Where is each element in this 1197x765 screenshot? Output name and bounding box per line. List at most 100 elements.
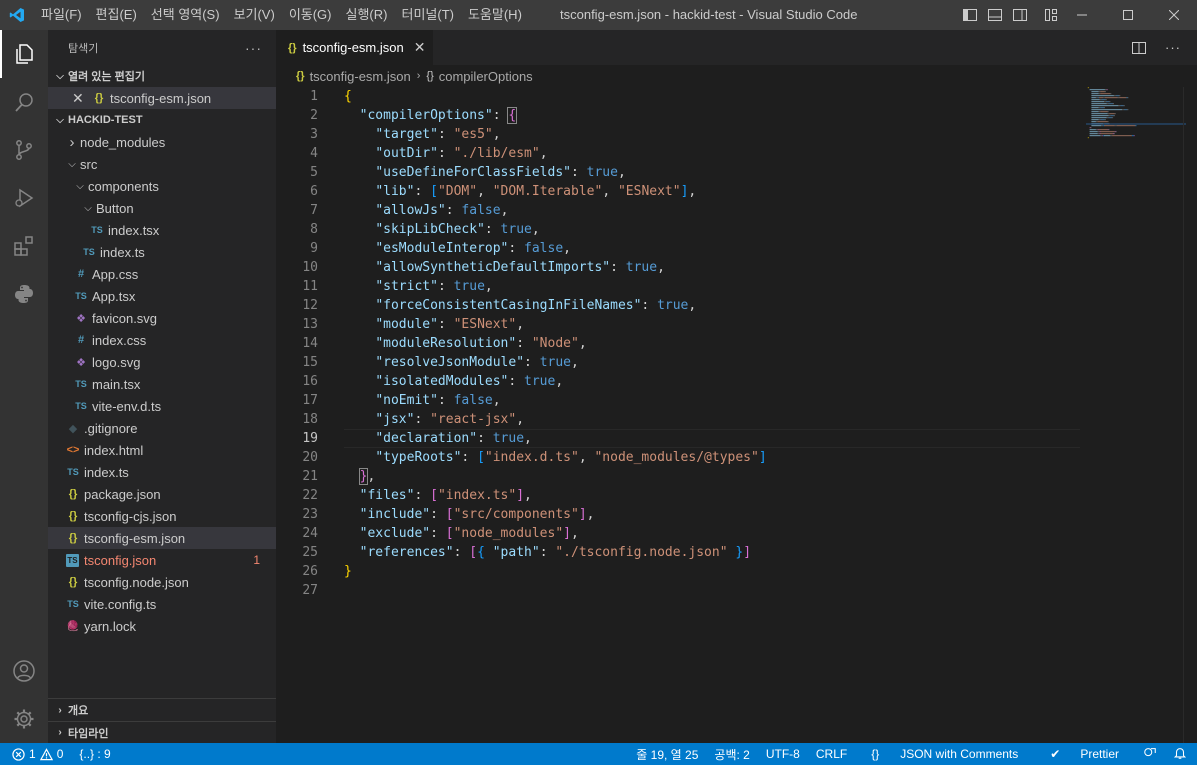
menu-item[interactable]: 도움말(H) xyxy=(461,0,529,30)
more-actions-icon[interactable]: ··· xyxy=(1165,40,1181,55)
menu-item[interactable]: 편집(E) xyxy=(89,0,144,30)
code-token: "DOM" xyxy=(437,184,478,199)
code-line: "module": "ESNext", xyxy=(344,315,524,334)
outline-section-header[interactable]: › 개요 xyxy=(48,699,276,721)
minimap-line xyxy=(1100,93,1111,95)
tree-file[interactable]: TS vite-env.d.ts xyxy=(48,395,276,417)
minimize-icon xyxy=(1077,14,1087,16)
menu-item[interactable]: 터미널(T) xyxy=(394,0,460,30)
double-check-icon: ✔ xyxy=(1050,747,1061,761)
cursor-position-status[interactable]: 줄 19, 열 25 xyxy=(628,746,706,763)
tree-file[interactable]: TS index.ts xyxy=(48,461,276,483)
tree-file[interactable]: <> index.html xyxy=(48,439,276,461)
problems-status[interactable]: 1 0 xyxy=(12,747,63,761)
css-file-icon: # xyxy=(77,268,85,280)
open-editors-section-header[interactable]: ⌵ 열려 있는 편집기 xyxy=(48,65,276,87)
tree-folder[interactable]: ⌵ src xyxy=(48,153,276,175)
minimap-line xyxy=(1100,135,1103,137)
tree-file[interactable]: TS index.tsx xyxy=(48,219,276,241)
code-token: , xyxy=(531,222,540,237)
menu-item[interactable]: 파일(F) xyxy=(34,0,89,30)
code-token: , xyxy=(617,165,626,180)
toggle-secondary-sidebar-icon[interactable] xyxy=(1012,7,1028,23)
menu-item[interactable]: 이동(G) xyxy=(282,0,339,30)
indentation-status[interactable]: 공백: 2 xyxy=(706,746,757,763)
feedback-button[interactable] xyxy=(1135,746,1165,763)
tree-file[interactable]: TS vite.config.ts xyxy=(48,593,276,615)
split-editor-icon[interactable] xyxy=(1131,40,1147,56)
open-editor-item[interactable]: ✕ {} tsconfig-esm.json xyxy=(48,87,276,109)
activity-run-debug[interactable] xyxy=(0,174,48,222)
project-section-header[interactable]: ⌵ HACKID-TEST xyxy=(48,109,276,131)
code-token: : xyxy=(610,260,626,275)
menu-item[interactable]: 선택 영역(S) xyxy=(144,0,227,30)
language-mode-status[interactable]: {} JSON with Comments xyxy=(855,747,1034,761)
activity-explorer[interactable] xyxy=(0,30,48,78)
code-token: [ xyxy=(477,450,485,465)
code-token: : xyxy=(437,393,454,408)
code-token: , xyxy=(500,203,509,218)
search-icon xyxy=(15,93,33,112)
code-token: , xyxy=(492,393,501,408)
activity-accounts[interactable] xyxy=(0,647,48,695)
minimap-line xyxy=(1095,129,1098,131)
notifications-button[interactable] xyxy=(1165,746,1197,763)
activity-extensions[interactable] xyxy=(0,222,48,270)
minimap-line xyxy=(1131,135,1134,137)
close-window-button[interactable] xyxy=(1151,0,1197,30)
tree-file[interactable]: # index.css xyxy=(48,329,276,351)
breadcrumb-symbol[interactable]: compilerOptions xyxy=(439,69,533,84)
code-token: [ xyxy=(430,488,438,503)
activity-manage[interactable] xyxy=(0,695,48,743)
tree-folder[interactable]: ⌵ components xyxy=(48,175,276,197)
menu-item[interactable]: 보기(V) xyxy=(227,0,282,30)
tree-file[interactable]: {} package.json xyxy=(48,483,276,505)
tree-file[interactable]: {} tsconfig.node.json xyxy=(48,571,276,593)
timeline-section-header[interactable]: › 타임라인 xyxy=(48,721,276,743)
eol-status[interactable]: CRLF xyxy=(808,747,855,761)
tree-file[interactable]: ❖ favicon.svg xyxy=(48,307,276,329)
tree-file[interactable]: TS tsconfig.json 1 xyxy=(48,549,276,571)
layout-controls xyxy=(962,7,1059,23)
explorer-more-button[interactable]: ··· xyxy=(245,40,262,56)
toggle-panel-icon[interactable] xyxy=(987,7,1003,23)
tree-file[interactable]: TS index.ts xyxy=(48,241,276,263)
tree-file[interactable]: TS main.tsx xyxy=(48,373,276,395)
tree-folder[interactable]: ⌵ Button xyxy=(48,197,276,219)
tab-tsconfig-esm[interactable]: {} tsconfig-esm.json ✕ xyxy=(276,30,434,65)
line-number: 4 xyxy=(310,146,318,161)
warning-count: 0 xyxy=(56,747,64,761)
tree-file[interactable]: TS App.tsx xyxy=(48,285,276,307)
close-tab-icon[interactable]: ✕ xyxy=(414,39,426,56)
toggle-sidebar-icon[interactable] xyxy=(962,7,978,23)
activity-source-control[interactable] xyxy=(0,126,48,174)
encoding-status[interactable]: UTF-8 xyxy=(758,747,808,761)
menu-item[interactable]: 실행(R) xyxy=(339,0,395,30)
tree-file[interactable]: ◆ .gitignore xyxy=(48,417,276,439)
code-token: true xyxy=(539,355,571,370)
breadcrumb-file[interactable]: tsconfig-esm.json xyxy=(310,69,411,84)
minimize-button[interactable] xyxy=(1059,0,1105,30)
tree-file[interactable]: {} tsconfig-esm.json xyxy=(48,527,276,549)
customize-layout-icon[interactable] xyxy=(1043,7,1059,23)
prettier-status[interactable]: ✔ Prettier xyxy=(1034,747,1135,761)
activity-search[interactable] xyxy=(0,78,48,126)
tree-folder[interactable]: › node_modules xyxy=(48,131,276,153)
minimap-line xyxy=(1095,121,1098,123)
code-token: : xyxy=(484,222,501,237)
close-editor-icon[interactable]: ✕ xyxy=(72,90,88,107)
json-path-status[interactable]: {..} : 9 xyxy=(79,747,110,761)
code-line: "allowSyntheticDefaultImports": true, xyxy=(344,258,665,277)
tree-file[interactable]: 🧶 yarn.lock xyxy=(48,615,276,637)
tree-file[interactable]: # App.css xyxy=(48,263,276,285)
tree-file[interactable]: {} tsconfig-cjs.json xyxy=(48,505,276,527)
activity-python[interactable] xyxy=(0,270,48,318)
code-token: : xyxy=(570,165,587,180)
vertical-scrollbar[interactable] xyxy=(1183,87,1197,743)
maximize-button[interactable] xyxy=(1105,0,1151,30)
tree-file[interactable]: ❖ logo.svg xyxy=(48,351,276,373)
account-icon xyxy=(13,660,35,682)
minimap[interactable] xyxy=(1086,87,1186,147)
